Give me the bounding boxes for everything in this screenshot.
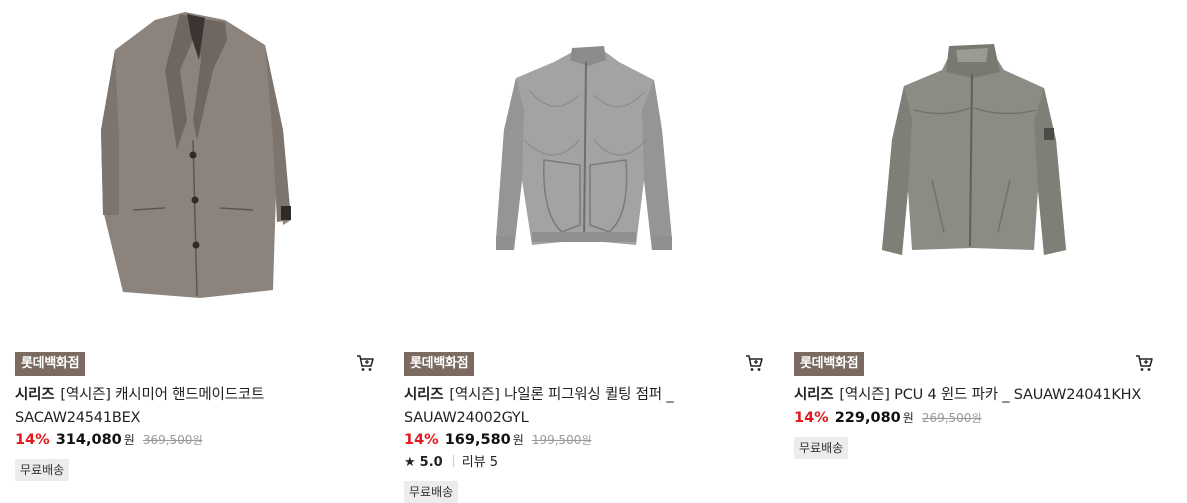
discount-rate: 14% xyxy=(794,410,829,426)
brand-name: 시리즈 xyxy=(404,387,444,403)
original-price: 199,500 xyxy=(531,433,582,447)
cart-icon[interactable] xyxy=(355,353,375,373)
currency-label: 원 xyxy=(123,433,135,447)
store-badge: 롯데백화점 xyxy=(794,352,865,376)
product-title[interactable]: 시리즈 [역시즌] 캐시미어 핸드메이드코트 SACAW24541BEX xyxy=(15,384,375,430)
cart-icon[interactable] xyxy=(744,353,764,373)
product-title[interactable]: 시리즈 [역시즌] PCU 4 윈드 파카 _ SAUAW24041KHX xyxy=(794,384,1154,407)
product-image[interactable] xyxy=(404,0,766,320)
currency-label: 원 xyxy=(512,433,524,447)
product-name: [역시즌] PCU 4 윈드 파카 _ SAUAW24041KHX xyxy=(839,387,1142,403)
price-row: 14% 229,080 원 269,500원 xyxy=(794,409,982,426)
product-card[interactable]: 롯데백화점 시리즈 [역시즌] PCU 4 윈드 파카 _ SAUAW24041K… xyxy=(794,0,1156,500)
coat-image xyxy=(101,12,291,298)
star-icon: ★ xyxy=(404,455,416,470)
sale-price: 314,080 xyxy=(55,432,122,448)
cart-icon[interactable] xyxy=(1134,353,1154,373)
product-image[interactable] xyxy=(15,0,377,320)
product-title[interactable]: 시리즈 [역시즌] 나일론 피그워싱 퀼팅 점퍼 _ SAUAW24002GYL xyxy=(404,384,764,430)
discount-rate: 14% xyxy=(15,432,50,448)
original-currency-label: 원 xyxy=(192,434,203,447)
brand-name: 시리즈 xyxy=(794,387,834,403)
original-currency-label: 원 xyxy=(581,434,592,447)
free-shipping-tag: 무료배송 xyxy=(15,459,70,481)
original-currency-label: 원 xyxy=(971,412,982,425)
sale-price: 229,080 xyxy=(834,410,901,426)
rating-row: ★ 5.0 리뷰 5 xyxy=(404,451,498,470)
price-row: 14% 314,080 원 369,500원 xyxy=(15,431,203,448)
original-price: 269,500 xyxy=(921,411,972,425)
wind-parka-image xyxy=(882,44,1066,255)
original-price: 369,500 xyxy=(142,433,193,447)
currency-label: 원 xyxy=(902,411,914,425)
free-shipping-tag: 무료배송 xyxy=(794,437,849,459)
discount-rate: 14% xyxy=(404,432,439,448)
review-count[interactable]: 리뷰 5 xyxy=(462,455,498,470)
quilted-jacket-image xyxy=(496,46,672,250)
brand-name: 시리즈 xyxy=(15,387,55,403)
product-card[interactable]: 롯데백화점 시리즈 [역시즌] 캐시미어 핸드메이드코트 SACAW24541BE… xyxy=(15,0,377,500)
price-row: 14% 169,580 원 199,500원 xyxy=(404,431,592,448)
divider xyxy=(452,455,454,467)
sale-price: 169,580 xyxy=(444,432,511,448)
product-card[interactable]: 롯데백화점 시리즈 [역시즌] 나일론 피그워싱 퀼팅 점퍼 _ SAUAW240… xyxy=(404,0,766,503)
store-badge: 롯데백화점 xyxy=(15,352,86,376)
product-name: [역시즌] 나일론 피그워싱 퀼팅 점퍼 _ SAUAW24002GYL xyxy=(404,387,674,426)
product-image[interactable] xyxy=(794,0,1156,320)
rating-score: 5.0 xyxy=(419,455,443,470)
store-badge: 롯데백화점 xyxy=(404,352,475,376)
